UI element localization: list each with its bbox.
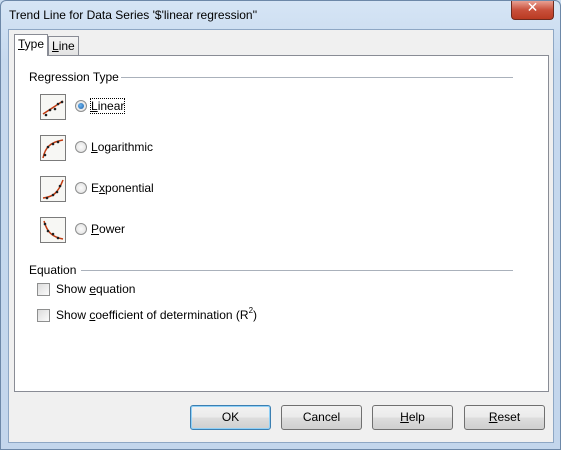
equation-separator (81, 270, 513, 271)
regression-type-heading: Regression Type (29, 70, 119, 84)
logarithmic-label[interactable]: Logarithmic (91, 140, 153, 154)
power-regression-icon (40, 217, 66, 243)
logarithmic-radio[interactable] (75, 141, 87, 153)
regression-option-power[interactable]: Power (40, 217, 240, 245)
cancel-button[interactable]: Cancel (281, 405, 362, 430)
logarithmic-regression-icon (40, 135, 66, 161)
ok-button[interactable]: OK (190, 405, 271, 430)
tab-panel-type: Regression Type Linear Logarithmic Expon… (14, 55, 549, 392)
exponential-regression-icon (40, 176, 66, 202)
reset-button[interactable]: Reset (464, 405, 545, 430)
show-equation-checkbox[interactable] (37, 283, 50, 296)
linear-radio[interactable] (75, 100, 87, 112)
exponential-radio[interactable] (75, 182, 87, 194)
linear-label[interactable]: Linear (89, 98, 126, 114)
show-equation-option[interactable]: Show equation (37, 281, 197, 299)
tab-type-label: Type (18, 37, 45, 51)
show-equation-label[interactable]: Show equation (56, 282, 135, 296)
title-bar[interactable]: Trend Line for Data Series '$'linear reg… (1, 0, 560, 28)
regression-option-exponential[interactable]: Exponential (40, 176, 240, 204)
power-label[interactable]: Power (91, 222, 125, 236)
show-r2-checkbox[interactable] (37, 309, 50, 322)
power-radio[interactable] (75, 223, 87, 235)
help-button[interactable]: Help (372, 405, 453, 430)
dialog-window: Trend Line for Data Series '$'linear reg… (0, 0, 561, 450)
dialog-body: Type Line Regression Type Linear Logarit… (8, 29, 554, 443)
regression-type-separator (121, 77, 513, 78)
equation-heading: Equation (29, 263, 77, 277)
tab-line-label: Line (52, 39, 75, 53)
close-icon: ✕ (526, 0, 539, 16)
regression-option-logarithmic[interactable]: Logarithmic (40, 135, 240, 163)
tab-line[interactable]: Line (48, 36, 79, 55)
linear-regression-icon (40, 94, 66, 120)
exponential-label[interactable]: Exponential (91, 181, 154, 195)
tab-type[interactable]: Type (14, 34, 48, 56)
show-r2-label[interactable]: Show coefficient of determination (R2) (56, 306, 257, 322)
show-r2-option[interactable]: Show coefficient of determination (R2) (37, 306, 297, 325)
window-title: Trend Line for Data Series '$'linear reg… (9, 8, 258, 22)
regression-option-linear[interactable]: Linear (40, 94, 240, 122)
close-button[interactable]: ✕ (511, 0, 554, 20)
